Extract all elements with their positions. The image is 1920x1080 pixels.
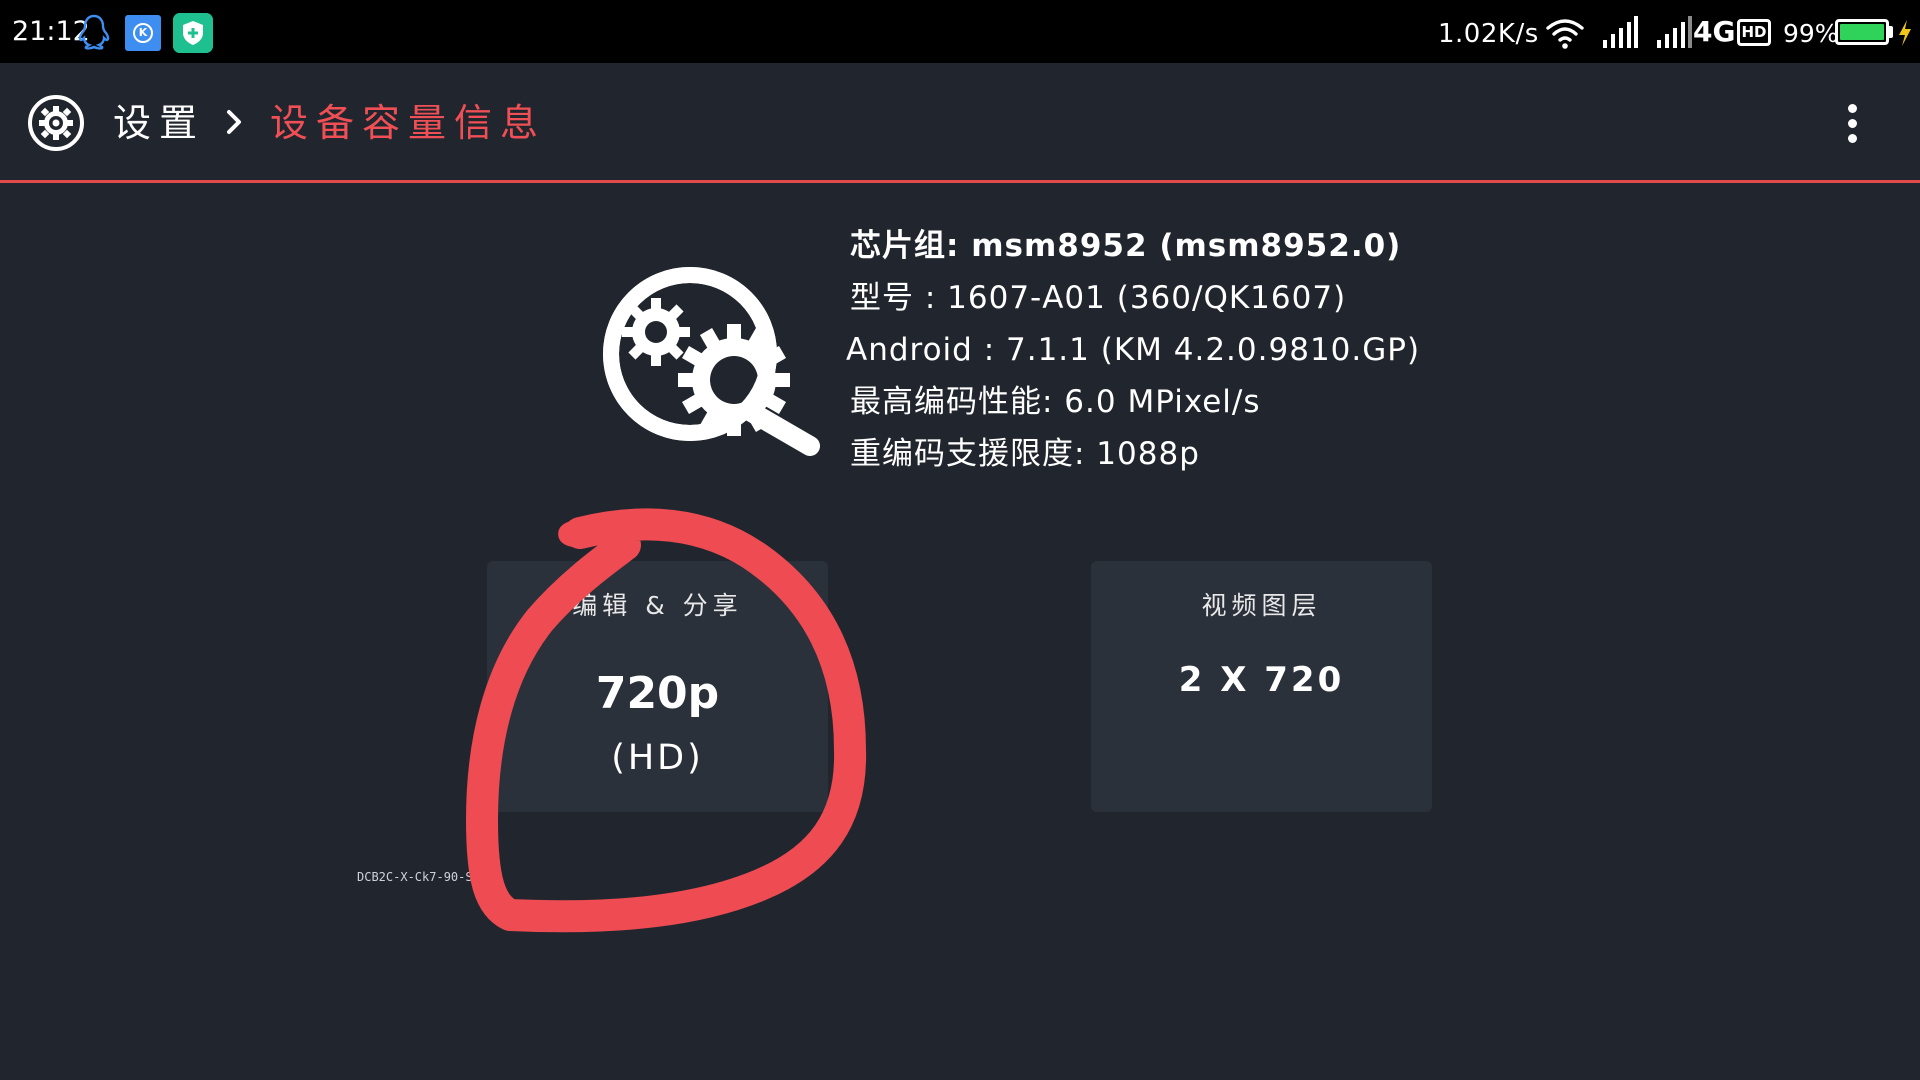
card-value: 720p [595, 668, 720, 719]
battery-percent: 99% [1783, 19, 1839, 48]
card-title: 编辑 & 分享 [572, 591, 743, 620]
build-id: DCB2C-X-Ck7-90-S2 [357, 870, 480, 884]
net-speed: 1.02K/s [1438, 19, 1539, 49]
hd-badge: HD [1737, 19, 1771, 46]
charging-icon [1899, 20, 1911, 46]
wifi-icon [1546, 19, 1584, 49]
card-value: 2 X 720 [1178, 660, 1345, 700]
magnifier-gear-icon [603, 267, 820, 456]
card-title: 视频图层 [1201, 591, 1322, 620]
kugou-icon: K [125, 15, 161, 51]
status-bar: 21:12 K 1.02K/s 4G HD 99% [0, 0, 1920, 63]
chevron-right-icon [227, 110, 241, 134]
battery-tip [1889, 26, 1893, 38]
android-info: Android : 7.1.1 (KM 4.2.0.9810.GP) [846, 332, 1421, 368]
app-bar-divider [0, 180, 1920, 183]
security-shield-icon [173, 13, 213, 53]
battery-icon [1835, 19, 1889, 45]
signal-icon [1603, 16, 1638, 48]
video-layers-card[interactable]: 视频图层 2 X 720 [1091, 561, 1432, 812]
settings-gear-icon[interactable] [27, 94, 85, 152]
card-subtitle: (HD) [611, 738, 704, 778]
battery-level [1840, 24, 1884, 40]
page-title: 设备容量信息 [270, 101, 547, 145]
breadcrumb-settings[interactable]: 设置 [113, 98, 205, 148]
network-type: 4G [1693, 15, 1736, 48]
model-info: 型号 : 1607-A01 (360/QK1607) [850, 280, 1347, 316]
qq-icon [78, 14, 110, 50]
app-screen: 21:12 K 1.02K/s 4G HD 99% 设置 设备容量信息 芯片组:… [0, 0, 1920, 1080]
chipset-info: 芯片组: msm8952 (msm8952.0) [850, 228, 1402, 264]
signal-icon [1657, 16, 1692, 48]
more-vert-icon[interactable] [1838, 100, 1866, 148]
edit-share-card[interactable]: 编辑 & 分享 720p (HD) [487, 561, 828, 812]
reencode-limit-info: 重编码支援限度: 1088p [850, 436, 1200, 472]
max-encode-info: 最高编码性能: 6.0 MPixel/s [850, 384, 1261, 420]
